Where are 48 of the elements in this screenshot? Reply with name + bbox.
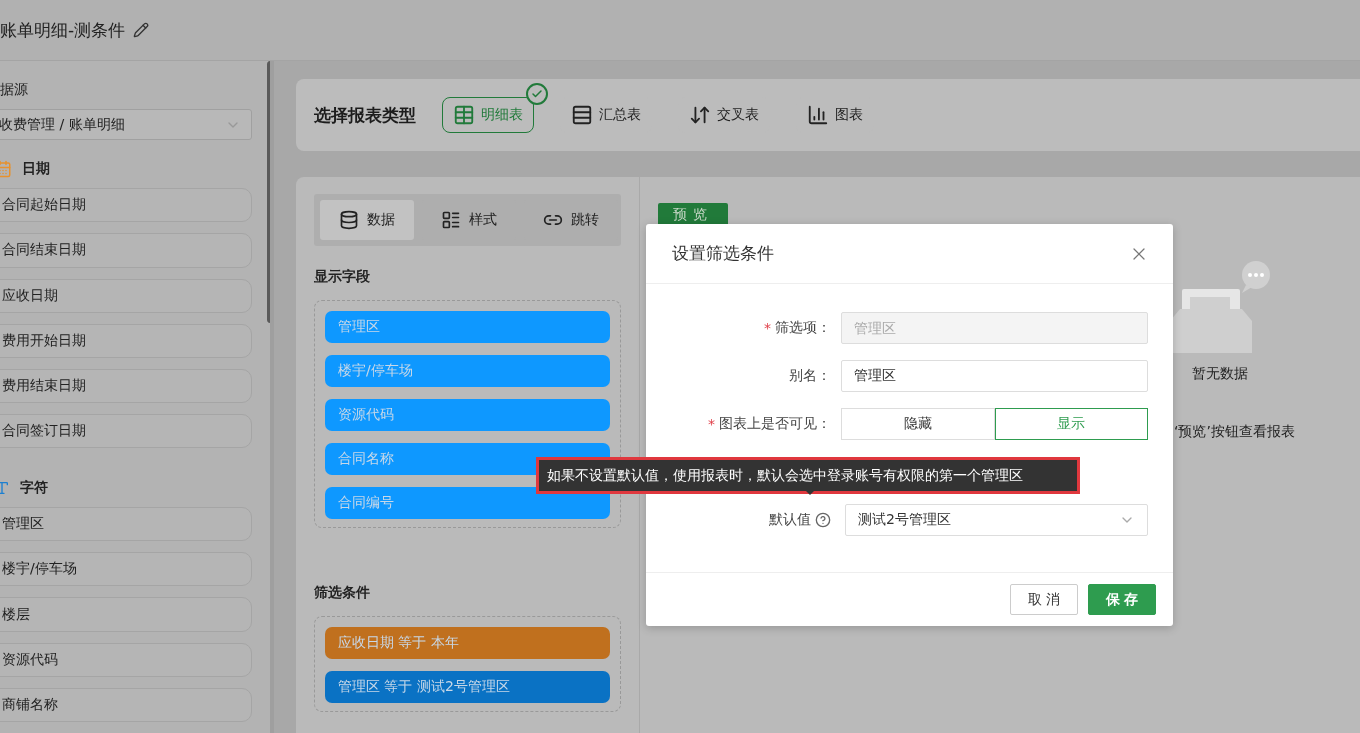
config-tab[interactable]: 数据 [320, 200, 414, 240]
cancel-button[interactable]: 取 消 [1010, 584, 1078, 615]
rows-icon [571, 104, 593, 126]
section-title: 选择报表类型 [314, 103, 416, 127]
database-icon [339, 210, 359, 230]
table-icon [453, 104, 475, 126]
select-value: 测试2号管理区 [858, 511, 951, 529]
field-item[interactable]: 商铺名称 [0, 687, 252, 722]
field-item[interactable]: 楼层 [0, 597, 252, 632]
field-label: 图表上是否可见： [719, 415, 831, 433]
field-label: 别名： [789, 367, 831, 385]
section-title: 筛选条件 [314, 584, 371, 602]
empty-title: 暂无数据 [1192, 365, 1248, 383]
required-mark: * [708, 416, 715, 432]
datasource-label: 据源 [0, 81, 29, 99]
calendar-icon [0, 160, 12, 179]
field-item[interactable]: 楼宇/停车场 [0, 552, 252, 587]
field-label: 筛选项： [775, 319, 831, 337]
select-field[interactable]: 测试2号管理区 [845, 504, 1148, 536]
text-field[interactable]: 管理区 [841, 360, 1148, 392]
field-label: 默认值 [769, 511, 811, 529]
toggle-option[interactable]: 显示 [994, 408, 1148, 440]
field-item[interactable]: 费用结束日期 [0, 368, 252, 403]
check-icon [526, 83, 548, 105]
group-title: 日期 [22, 160, 50, 179]
dialog-title: 设置筛选条件 [672, 242, 774, 265]
preview-button[interactable]: 预览 [658, 203, 728, 225]
datasource-select[interactable]: 收费管理 / 账单明细 [0, 109, 252, 141]
field-item[interactable]: 合同结束日期 [0, 233, 252, 268]
bar-chart-icon [807, 104, 829, 126]
field-item[interactable]: 合同起始日期 [0, 188, 252, 223]
empty-hint: ‘预览’按钮查看报表 [1174, 423, 1295, 441]
toggle-option[interactable]: 隐藏 [841, 408, 995, 440]
field-item[interactable]: 合同签订日期 [0, 414, 252, 449]
field-item[interactable]: 应收日期 [0, 278, 252, 313]
help-icon[interactable] [815, 512, 831, 528]
field-item[interactable]: 管理区 [0, 507, 252, 542]
group-title: 字符 [20, 479, 48, 498]
field-item[interactable]: 资源代码 [0, 642, 252, 677]
required-mark: * [764, 320, 771, 336]
field-item[interactable]: 费用开始日期 [0, 323, 252, 358]
filter-chip[interactable]: 管理区 等于 测试2号管理区 [325, 671, 610, 703]
arrows-icon [689, 104, 711, 126]
page-title: 账单明细-测条件 [0, 18, 126, 42]
save-button[interactable]: 保 存 [1088, 584, 1156, 615]
edit-icon[interactable] [133, 22, 150, 38]
section-title: 显示字段 [314, 268, 371, 286]
layout-icon [441, 210, 461, 230]
